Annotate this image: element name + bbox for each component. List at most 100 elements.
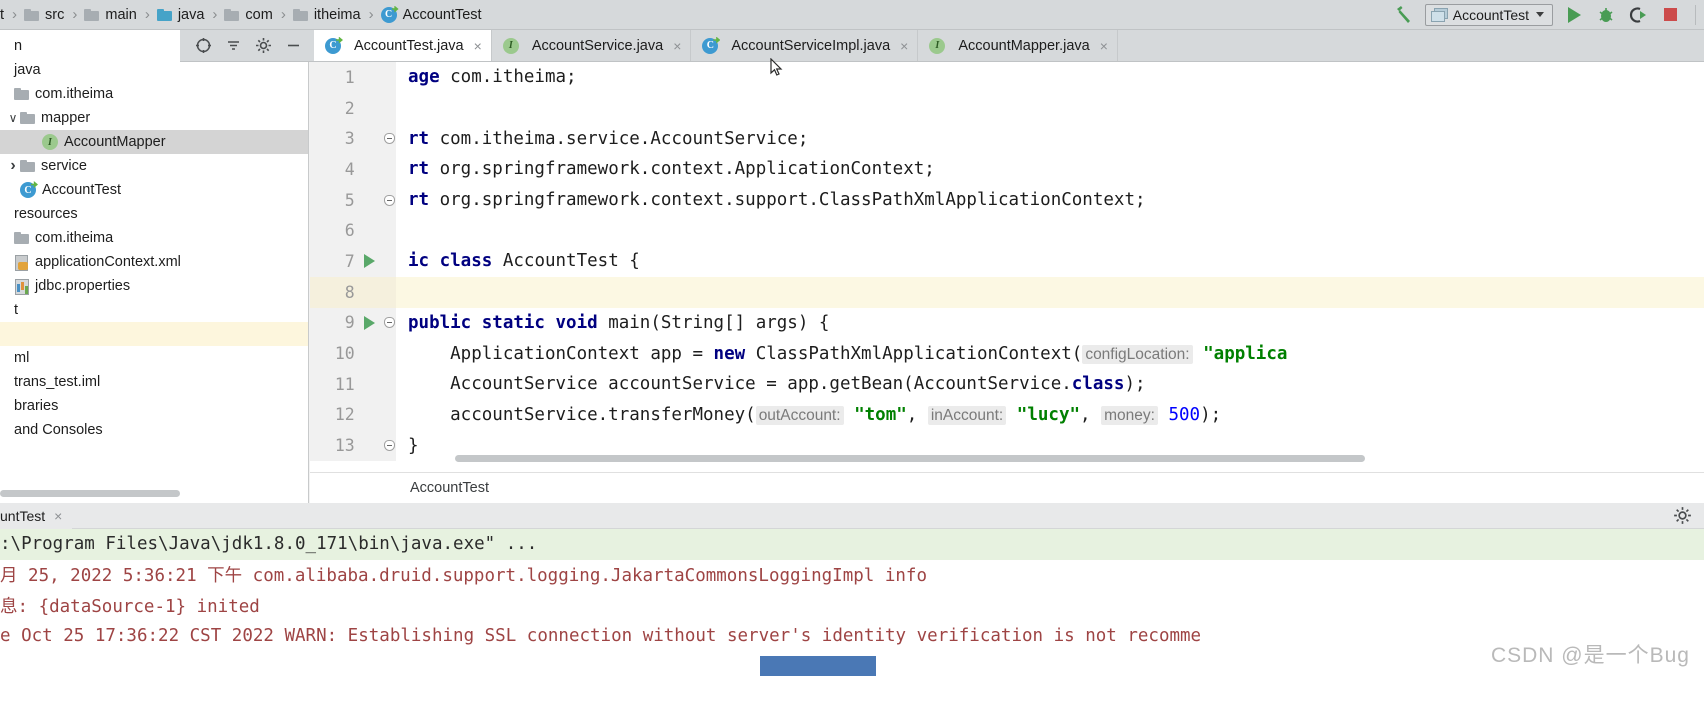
editor-tab-accountserviceimpl-java[interactable]: C AccountServiceImpl.java × (691, 30, 919, 61)
run-gutter-icon[interactable] (355, 254, 384, 269)
tree-item[interactable] (0, 322, 308, 346)
folder-icon (292, 8, 308, 21)
close-icon[interactable]: × (474, 38, 482, 54)
tree-item-resources[interactable]: resources (0, 202, 308, 226)
tree-item-service[interactable]: service (0, 154, 308, 178)
code-line[interactable]: 7 ic class AccountTest { (310, 246, 1704, 277)
tree-item-accountmapper[interactable]: I AccountMapper (0, 130, 308, 154)
tree-item-label: braries (14, 398, 59, 414)
code-line[interactable]: 4 rt org.springframework.context.Applicat… (310, 154, 1704, 185)
breadcrumb-separator: › (212, 6, 218, 23)
tree-item-jdbc-properties[interactable]: jdbc.properties (0, 274, 308, 298)
breadcrumb-item-label: src (45, 6, 65, 23)
code-token: org.springframework.context.ApplicationC… (429, 159, 935, 180)
editor-gutter[interactable]: 9 (310, 307, 396, 339)
code-fold-icon[interactable] (384, 317, 396, 329)
close-icon[interactable]: × (1100, 38, 1108, 54)
collapse-all-icon[interactable] (218, 31, 248, 61)
tree-item-com-itheima[interactable]: com.itheima (0, 82, 308, 106)
editor-gutter[interactable]: 2 (310, 92, 396, 124)
breadcrumb-item-itheima[interactable]: itheima (292, 7, 361, 23)
breadcrumb-item-t[interactable]: t (0, 7, 4, 23)
editor-tab-accountmapper-java[interactable]: I AccountMapper.java × (918, 30, 1118, 61)
code-text: } (396, 436, 419, 456)
hide-tool-window-icon[interactable] (278, 31, 308, 61)
code-line[interactable]: 11 AccountService accountService = app.g… (310, 368, 1704, 400)
code-line[interactable]: 6 (310, 215, 1704, 247)
tree-item-accounttest[interactable]: C AccountTest (0, 178, 308, 202)
gear-icon[interactable] (248, 31, 278, 61)
code-line[interactable]: 9 public static void main(String[] args) … (310, 307, 1704, 339)
run-tab-accounttest[interactable]: untTest × (0, 502, 73, 529)
run-configuration-selector[interactable]: AccountTest (1424, 3, 1553, 26)
breadcrumb-item-main[interactable]: main (84, 7, 137, 23)
code-line[interactable]: 8 (310, 276, 1704, 308)
tree-item-label: jdbc.properties (35, 278, 131, 294)
code-token: "tom" (854, 404, 907, 425)
editor-horizontal-scrollbar[interactable] (455, 455, 1365, 462)
close-icon[interactable]: × (54, 508, 62, 524)
code-line[interactable]: 12 accountService.transferMoney(outAccou… (310, 399, 1704, 431)
line-number: 13 (334, 436, 355, 456)
parameter-hint: inAccount: (927, 405, 1007, 425)
sidebar-horizontal-scrollbar[interactable] (0, 490, 180, 497)
tree-item-braries[interactable]: braries (0, 394, 308, 418)
parameter-hint: outAccount: (755, 405, 844, 425)
close-icon[interactable]: × (673, 38, 681, 54)
debug-button[interactable] (1595, 4, 1617, 26)
tree-item-ml[interactable]: ml (0, 346, 308, 370)
editor-gutter[interactable]: 7 (310, 246, 396, 277)
editor-gutter[interactable]: 5 (310, 184, 396, 216)
breadcrumb-item-java[interactable]: java (156, 7, 204, 23)
run-icon (363, 254, 375, 269)
code-fold-icon[interactable] (384, 440, 396, 452)
run-tab-label: untTest (0, 507, 46, 524)
run-button[interactable] (1563, 4, 1585, 26)
chevron-right-icon[interactable] (6, 157, 20, 175)
editor-gutter[interactable]: 12 (310, 399, 396, 431)
tree-item-com-itheima[interactable]: com.itheima (0, 226, 308, 250)
editor-gutter[interactable]: 13 (310, 430, 396, 461)
tree-item-applicationcontext-xml[interactable]: applicationContext.xml (0, 250, 308, 274)
console-output[interactable]: :\Program Files\Java\jdk1.8.0_171\bin\ja… (0, 529, 1704, 682)
tree-item-mapper[interactable]: mapper (0, 106, 308, 130)
editor-gutter[interactable]: 3 (310, 123, 396, 155)
editor-gutter[interactable]: 10 (310, 338, 396, 369)
breadcrumb-item-accounttest[interactable]: C AccountTest (380, 6, 482, 23)
code-fold-icon[interactable] (384, 194, 396, 206)
stop-button[interactable] (1659, 4, 1681, 26)
editor-gutter[interactable]: 6 (310, 215, 396, 247)
run-window-settings-icon[interactable] (1673, 506, 1692, 530)
breadcrumb-item-com[interactable]: com (224, 7, 273, 23)
code-line[interactable]: 1 age com.itheima; (310, 62, 1704, 93)
breadcrumb-item-src[interactable]: src (24, 7, 64, 23)
code-line[interactable]: 5 rt org.springframework.context.support.… (310, 184, 1704, 216)
run-gutter-icon[interactable] (355, 315, 384, 330)
editor-gutter[interactable]: 11 (310, 368, 396, 400)
line-number: 4 (344, 159, 355, 179)
build-project-icon[interactable] (1393, 4, 1415, 26)
code-line[interactable]: 2 (310, 92, 1704, 124)
select-opened-file-icon[interactable] (188, 31, 218, 61)
code-line[interactable]: 3 rt com.itheima.service.AccountService; (310, 123, 1704, 155)
code-token: ic class (408, 251, 493, 272)
editor-gutter[interactable]: 4 (310, 154, 396, 185)
editor-tab-accountservice-java[interactable]: I AccountService.java × (491, 30, 692, 61)
code-token: , (906, 404, 928, 425)
editor-tab-accounttest-java[interactable]: C AccountTest.java × (314, 30, 492, 61)
line-number: 1 (344, 67, 355, 87)
chevron-down-icon[interactable] (6, 111, 20, 125)
close-icon[interactable]: × (900, 38, 908, 54)
tree-item-t[interactable]: t (0, 298, 308, 322)
folder-icon (224, 8, 240, 21)
run-with-coverage-button[interactable] (1627, 4, 1649, 26)
tree-item-trans-test-iml[interactable]: trans_test.iml (0, 370, 308, 394)
code-fold-icon[interactable] (384, 133, 396, 145)
editor-gutter[interactable]: 8 (310, 276, 396, 308)
code-editor[interactable]: 1 age com.itheima; 2 3 rt com.itheima.servic… (310, 62, 1704, 472)
tree-item-and-consoles[interactable]: and Consoles (0, 418, 308, 442)
editor-gutter[interactable]: 1 (310, 62, 396, 93)
code-token: class (1071, 374, 1125, 395)
code-line[interactable]: 10 ApplicationContext app = new ClassPat… (310, 338, 1704, 369)
